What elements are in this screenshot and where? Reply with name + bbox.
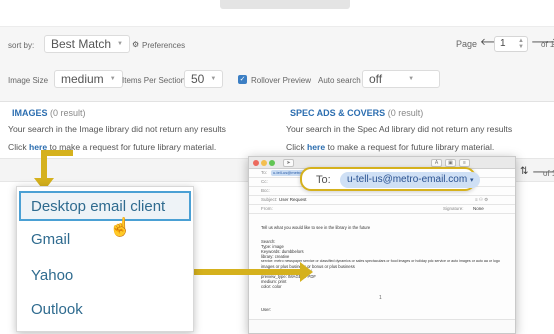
- format-icon[interactable]: ≡: [459, 159, 470, 167]
- top-tab-edge: [220, 0, 350, 9]
- preferences-link[interactable]: Preferences: [142, 41, 185, 50]
- mail-subject-value: User Request: [279, 197, 307, 202]
- minimize-window-icon[interactable]: [261, 160, 267, 166]
- email-client-menu: Desktop email client Gmail Yahoo Outlook…: [16, 186, 194, 332]
- image-size-select[interactable]: medium ▼: [54, 70, 123, 88]
- mail-body-line: color: color: [261, 284, 282, 289]
- mail-user-label: User:: [261, 307, 272, 312]
- mail-body-intro: Tell us what you would like to see in th…: [261, 225, 371, 230]
- attach-icon[interactable]: A: [431, 159, 442, 167]
- items-per-section-value: 50: [191, 72, 205, 86]
- signature-label: Signature:: [443, 206, 464, 211]
- annotation-arrow-right-icon: [300, 262, 313, 282]
- close-window-icon[interactable]: [253, 160, 259, 166]
- zoom-window-icon[interactable]: [269, 160, 275, 166]
- spec-request-line: Click here to make a request for future …: [286, 142, 495, 152]
- menu-item-gmail[interactable]: Gmail: [31, 231, 70, 248]
- photo-icon[interactable]: ▣: [445, 159, 456, 167]
- image-size-value: medium: [61, 72, 104, 86]
- sort-select[interactable]: Best Match ▼: [44, 35, 130, 53]
- sort-label: sort by:: [8, 41, 35, 50]
- mail-footer: [249, 319, 515, 333]
- to-address-callout: To: u-tell-us@metro-email.com ▾: [300, 167, 481, 191]
- auto-search-label: Auto search: [318, 76, 361, 85]
- menu-item-yahoo[interactable]: Yahoo: [31, 267, 73, 284]
- callout-to-address: u-tell-us@metro-email.com ▾: [340, 172, 481, 188]
- page-total: of 1: [541, 40, 554, 49]
- auto-search-value: off: [369, 72, 383, 86]
- chevron-down-icon: ▼: [408, 76, 415, 82]
- page-label: Page: [456, 39, 478, 49]
- images-section-title: IMAGES (0 result): [12, 108, 86, 118]
- images-empty-message: Your search in the Image library did not…: [8, 124, 226, 134]
- mail-from-row[interactable]: From: Signature: None: [249, 205, 515, 214]
- menu-item-desktop-email-client[interactable]: Desktop email client: [19, 191, 191, 221]
- rollover-preview-label: Rollover Preview: [251, 76, 312, 85]
- results-toolbar: sort by: Best Match ▼ ⚙ Preferences Page…: [0, 26, 554, 102]
- pointer-hand-icon: ☝: [109, 217, 132, 237]
- stepper-icon[interactable]: ▲ ▼: [518, 38, 524, 50]
- annotation-arrow-hook: [41, 150, 73, 156]
- secondary-page-total: of 1: [543, 169, 554, 178]
- priority-icon[interactable]: ≡ ⚇ ⚙: [475, 197, 488, 203]
- spec-empty-message: Your search in the Spec Ad library did n…: [286, 124, 513, 134]
- gear-icon[interactable]: ⚙: [132, 40, 139, 49]
- rollover-preview-checkbox[interactable]: ✓: [238, 75, 247, 84]
- send-icon[interactable]: ➤: [283, 159, 294, 167]
- stepper-icon[interactable]: ⇅: [520, 166, 528, 177]
- chevron-down-icon: ▼: [210, 76, 217, 82]
- images-result-count: (0 result): [50, 108, 86, 118]
- chevron-down-icon: ▼: [109, 76, 116, 82]
- spec-request-link[interactable]: here: [307, 142, 325, 152]
- mail-page-number: 1: [379, 295, 382, 301]
- menu-item-outlook[interactable]: Outlook: [31, 301, 83, 318]
- signature-value[interactable]: None: [473, 206, 484, 211]
- mail-subject-row[interactable]: Subject: User Request ≡ ⚇ ⚙: [249, 196, 515, 205]
- page-input[interactable]: 1 ▲ ▼: [494, 36, 528, 52]
- items-per-section-select[interactable]: 50 ▼: [184, 70, 224, 88]
- chevron-down-icon: ▾: [469, 177, 474, 184]
- images-request-line: Click here to make a request for future …: [8, 142, 217, 152]
- chevron-down-icon: ▼: [117, 41, 123, 47]
- auto-search-select[interactable]: off ▼: [362, 70, 440, 88]
- items-per-section-label: Items Per Section: [122, 76, 186, 85]
- spec-result-count: (0 result): [387, 108, 424, 118]
- spec-section-title: SPEC ADS & COVERS (0 result): [290, 108, 424, 118]
- image-size-label: Image Size: [8, 76, 49, 85]
- callout-to-label: To:: [316, 174, 331, 186]
- sort-value: Best Match: [51, 37, 112, 51]
- page-value: 1: [500, 38, 506, 49]
